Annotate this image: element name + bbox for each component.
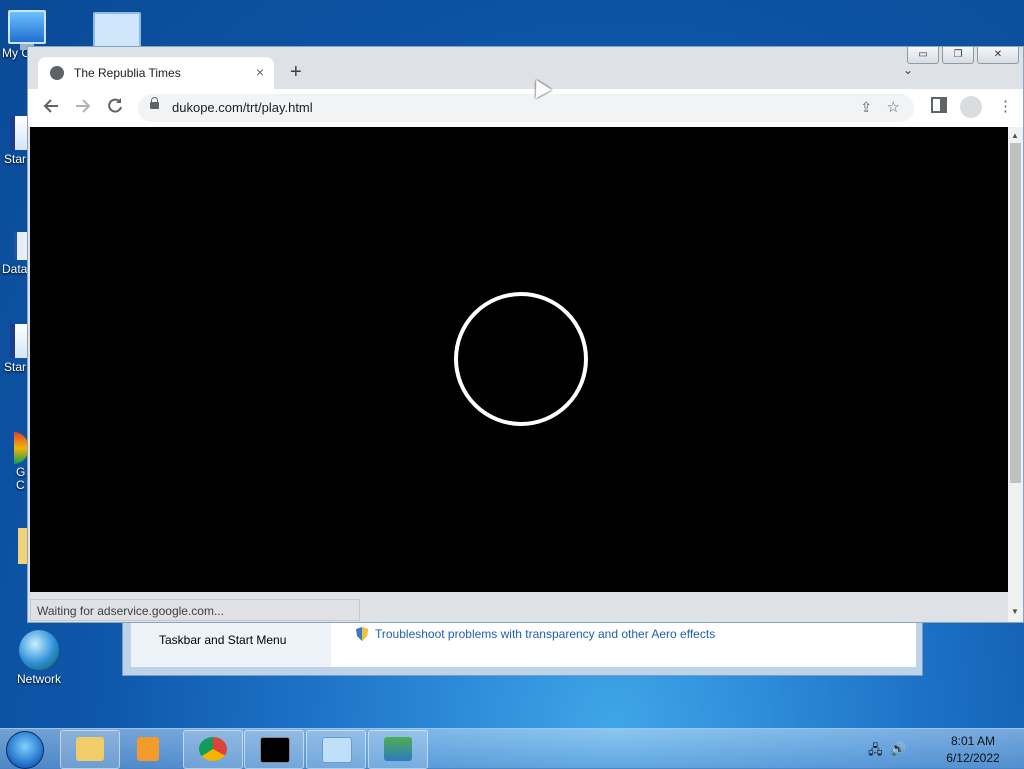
desktop-icon-label: Network [16,672,61,686]
folder-icon [76,737,104,761]
troubleshoot-aero-link[interactable]: Troubleshoot problems with transparency … [375,627,715,641]
browser-toolbar: dukope.com/trt/play.html ⇪ ☆ ⋮ [28,89,1023,127]
scroll-down-arrow-icon[interactable]: ▼ [1011,607,1019,616]
taskbar-remote-desktop[interactable] [368,730,428,769]
arrow-left-icon [43,99,58,113]
scroll-up-arrow-icon[interactable]: ▲ [1011,131,1019,140]
start-button[interactable] [6,731,44,769]
taskbar-control-panel[interactable] [306,730,366,769]
volume-tray-icon[interactable]: 🔊 [890,741,906,757]
taskbar: 🖧 🔊 8:01 AM 6/12/2022 [0,728,1024,769]
bookmark-star-icon[interactable]: ☆ [887,98,900,116]
taskbar-command-prompt[interactable] [244,730,304,769]
control-panel-icon [93,12,141,50]
loading-circle-icon [454,292,588,426]
taskbar-media-player[interactable] [121,730,181,769]
url-text[interactable]: dukope.com/trt/play.html [172,100,313,115]
side-panel-icon[interactable] [931,97,947,117]
clock-time: 8:01 AM [950,734,996,748]
tab-title: The Republia Times [74,66,181,80]
remote-desktop-icon [384,737,412,761]
reload-icon [108,98,122,113]
computer-icon [8,10,46,50]
status-bubble: Waiting for adservice.google.com... [30,599,360,621]
system-clock[interactable]: 8:01 AM 6/12/2022 [930,733,1016,767]
taskbar-start-menu-link[interactable]: Taskbar and Start Menu [159,633,286,647]
reload-button[interactable] [106,97,124,120]
terminal-icon [260,737,290,763]
chrome-browser-window: ▭ ❐ ✕ The Republia Times × + ⌄ dukope.co… [27,46,1024,623]
lock-icon [150,97,159,109]
forward-button[interactable] [74,97,92,120]
address-bar[interactable]: dukope.com/trt/play.html ⇪ ☆ [138,94,914,122]
taskbar-chrome[interactable] [183,730,243,769]
arrow-right-icon [76,99,91,113]
window-controls: ▭ ❐ ✕ [907,47,1019,64]
shield-icon [356,627,368,641]
vertical-scrollbar[interactable]: ▲ ▼ [1008,127,1023,622]
network-tray-icon[interactable]: 🖧 [868,741,883,763]
tab-search-button[interactable]: ⌄ [903,63,913,77]
taskbar-file-explorer[interactable] [60,730,120,769]
globe-icon [50,66,64,80]
media-player-icon [137,737,159,761]
new-tab-button[interactable]: + [290,61,302,84]
control-panel-window: Taskbar and Start Menu Troubleshoot prob… [122,614,923,676]
tab-close-button[interactable]: × [256,64,264,80]
tab-republia-times[interactable]: The Republia Times × [38,57,274,89]
profile-avatar-icon[interactable] [960,96,982,118]
desktop-icon-network[interactable]: Network [4,630,74,686]
menu-kebab-icon[interactable]: ⋮ [998,97,1013,115]
chrome-icon [199,737,227,761]
scrollbar-thumb[interactable] [1010,143,1021,483]
close-window-button[interactable]: ✕ [977,47,1019,64]
clock-date: 6/12/2022 [946,751,1000,765]
network-globe-icon [19,630,59,670]
side-panel-svg [931,97,947,113]
chrome-shortcut-icon [14,432,28,464]
minimize-button[interactable]: ▭ [907,47,939,64]
restore-button[interactable]: ❐ [942,47,974,64]
control-panel-icon [322,737,352,763]
back-button[interactable] [42,97,60,120]
share-icon[interactable]: ⇪ [860,99,872,116]
page-content-area[interactable] [30,127,1008,592]
